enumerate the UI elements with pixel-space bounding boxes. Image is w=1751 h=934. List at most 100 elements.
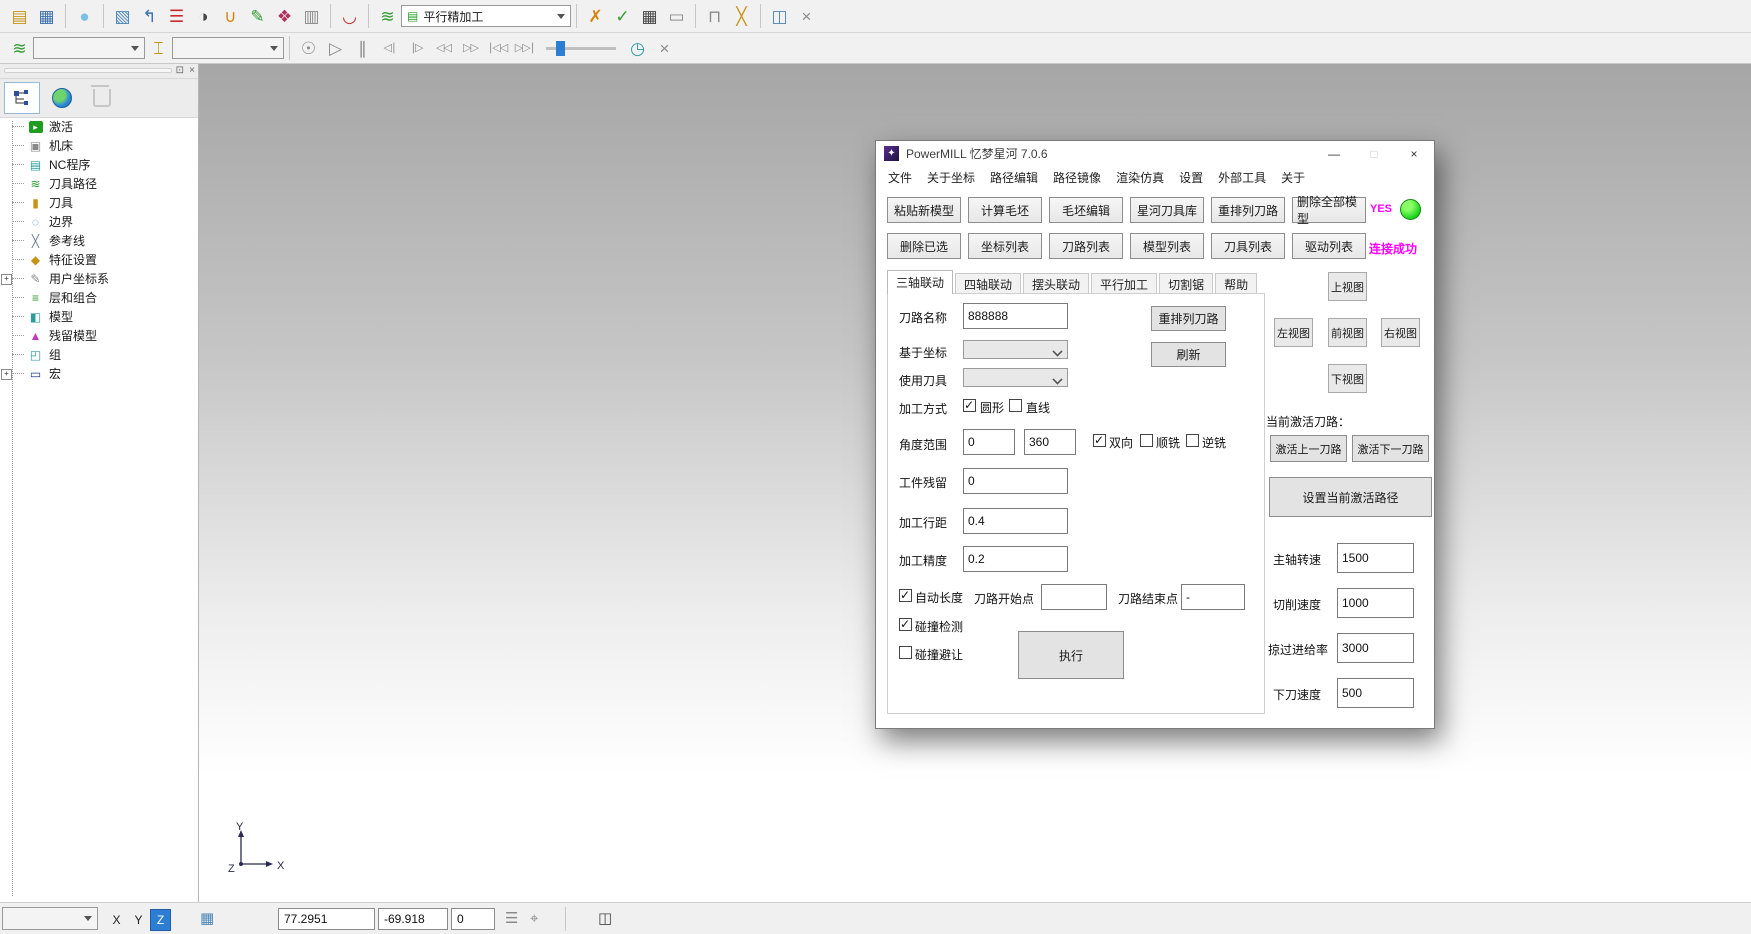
go-end-icon[interactable]: ▷▷∣ xyxy=(511,35,538,61)
toolpath-name-input[interactable] xyxy=(963,303,1068,329)
tree-item-stock-models[interactable]: ▲ 残留模型 xyxy=(0,326,198,345)
tree-item-levels-sets[interactable]: ≡ 层和组合 xyxy=(0,288,198,307)
tree-item-boundaries[interactable]: ◌ 边界 xyxy=(0,212,198,231)
pattern-points-icon[interactable]: ❖ xyxy=(271,3,298,29)
menu-path-mirror[interactable]: 路径镜像 xyxy=(1053,169,1101,186)
strategy-combobox[interactable]: ▤ 平行精加工 xyxy=(401,5,571,27)
save-project-icon[interactable]: ▦ xyxy=(33,3,60,29)
menu-settings[interactable]: 设置 xyxy=(1179,169,1203,186)
calculator-icon[interactable]: ▦ xyxy=(636,3,663,29)
view-front-button[interactable]: 前视图 xyxy=(1328,318,1367,347)
tree-item-macros[interactable]: + ▭ 宏 xyxy=(0,364,198,383)
calc-block-button[interactable]: 计算毛坯 xyxy=(968,197,1042,223)
tab-help[interactable]: 帮助 xyxy=(1215,273,1257,294)
close-panel-icon[interactable]: × xyxy=(189,64,195,77)
statusbar-dropdown[interactable] xyxy=(2,907,98,930)
activate-prev-button[interactable]: 激活上一刀路 xyxy=(1270,435,1347,462)
light-icon[interactable]: ☉ xyxy=(295,35,322,61)
activate-next-button[interactable]: 激活下一刀路 xyxy=(1352,435,1429,462)
clock-icon[interactable]: ◷ xyxy=(624,35,651,61)
spindle-speed-input[interactable] xyxy=(1337,543,1414,573)
recycle-bin-tab[interactable] xyxy=(84,82,120,114)
search-forward-icon[interactable]: ▷▷ xyxy=(457,35,484,61)
coord-z-field[interactable]: 0 xyxy=(451,908,495,930)
execute-button[interactable]: 执行 xyxy=(1018,631,1124,679)
tree-item-tools[interactable]: ▮ 刀具 xyxy=(0,193,198,212)
collision-check-checkbox[interactable] xyxy=(899,618,912,631)
plunge-feed-input[interactable] xyxy=(1337,678,1414,708)
paste-model-button[interactable]: 粘贴新模型 xyxy=(887,197,961,223)
grid-icon[interactable]: ▦ xyxy=(200,909,214,929)
stepover-input[interactable] xyxy=(963,508,1068,534)
rearrange-toolpaths-button[interactable]: 重排列刀路 xyxy=(1211,197,1285,223)
tab-swivel-head[interactable]: 摆头联动 xyxy=(1023,273,1089,294)
angle-end-input[interactable] xyxy=(1024,429,1076,455)
stock-allowance-input[interactable] xyxy=(963,468,1068,494)
start-point-input[interactable] xyxy=(1041,584,1107,610)
tab-3axis[interactable]: 三轴联动 xyxy=(887,270,953,294)
locate-icon[interactable]: ⌖ xyxy=(530,909,538,929)
menu-about-coords[interactable]: 关于坐标 xyxy=(927,169,975,186)
tree-item-workplanes[interactable]: + ✎ 用户坐标系 xyxy=(0,269,198,288)
axis-x-button[interactable]: X xyxy=(106,909,127,931)
tool-change-icon[interactable]: ⊓ xyxy=(701,3,728,29)
list-icon[interactable]: ☰ xyxy=(505,909,518,929)
open-project-icon[interactable]: ▤ xyxy=(6,3,33,29)
coord-x-field[interactable]: 77.2951 xyxy=(278,908,375,930)
tool-ball-icon[interactable]: ◑ xyxy=(190,3,217,29)
drive-list-button[interactable]: 驱动列表 xyxy=(1292,233,1366,259)
angle-start-input[interactable] xyxy=(963,429,1015,455)
slider-handle[interactable] xyxy=(556,41,565,56)
tool-list-button[interactable]: 刀具列表 xyxy=(1211,233,1285,259)
tree-item-activate[interactable]: ▸ 激活 xyxy=(0,117,198,136)
view-bottom-button[interactable]: 下视图 xyxy=(1328,364,1367,393)
step-back-icon[interactable]: ◁∣ xyxy=(376,35,403,61)
climb-checkbox[interactable] xyxy=(1140,434,1153,447)
axis-y-button[interactable]: Y xyxy=(128,909,149,931)
tree-item-nc-program[interactable]: ▤ NC程序 xyxy=(0,155,198,174)
explorer-tab[interactable] xyxy=(4,82,40,114)
maximize-button[interactable]: □ xyxy=(1354,141,1394,166)
tree-item-machine[interactable]: ▣ 机床 xyxy=(0,136,198,155)
block-icon[interactable]: ▧ xyxy=(109,3,136,29)
zlevel-icon[interactable]: ☰ xyxy=(163,3,190,29)
toolbar-close-icon[interactable]: × xyxy=(793,3,820,29)
rapid-feed-input[interactable] xyxy=(1337,633,1414,663)
pause-icon[interactable]: ∥ xyxy=(349,35,376,61)
step-forward-icon[interactable]: ∣▷ xyxy=(403,35,430,61)
verify-toolpath-icon[interactable]: ✓ xyxy=(609,3,636,29)
menu-render-sim[interactable]: 渲染仿真 xyxy=(1116,169,1164,186)
tab-parallel[interactable]: 平行加工 xyxy=(1091,273,1157,294)
toolpath-strategy-icon[interactable]: ↰ xyxy=(136,3,163,29)
search-back-icon[interactable]: ◁◁ xyxy=(430,35,457,61)
view-left-button[interactable]: 左视图 xyxy=(1274,318,1313,347)
model-list-button[interactable]: 模型列表 xyxy=(1130,233,1204,259)
coord-y-field[interactable]: -69.918 xyxy=(378,908,448,930)
shaded-view-icon[interactable]: ● xyxy=(71,3,98,29)
tab-cutting-saw[interactable]: 切割锯 xyxy=(1159,273,1213,294)
float-panel-icon[interactable]: ⊡ xyxy=(176,64,184,77)
dialog-titlebar[interactable]: ✦ PowerMILL 忆梦星河 7.0.6 — □ × xyxy=(876,141,1434,166)
delete-selected-button[interactable]: 删除已选 xyxy=(887,233,961,259)
view-right-button[interactable]: 右视图 xyxy=(1381,318,1420,347)
menu-about[interactable]: 关于 xyxy=(1281,169,1305,186)
menu-file[interactable]: 文件 xyxy=(888,169,912,186)
delete-all-models-button[interactable]: 删除全部模型 xyxy=(1292,197,1366,223)
refresh-button[interactable]: 刷新 xyxy=(1151,342,1226,367)
tree-item-feature-sets[interactable]: ◆ 特征设置 xyxy=(0,250,198,269)
based-coord-combobox[interactable] xyxy=(963,340,1068,359)
tolerance-input[interactable] xyxy=(963,546,1068,572)
menu-path-edit[interactable]: 路径编辑 xyxy=(990,169,1038,186)
curve-editor-icon[interactable]: ✎ xyxy=(244,3,271,29)
go-start-icon[interactable]: ∣◁◁ xyxy=(484,35,511,61)
panel-grip[interactable] xyxy=(4,68,172,73)
toolpath-icon[interactable]: ≋ xyxy=(374,3,401,29)
linear-checkbox[interactable] xyxy=(1009,399,1022,412)
rearrange-button[interactable]: 重排列刀路 xyxy=(1151,306,1226,331)
end-point-input[interactable] xyxy=(1181,584,1245,610)
sim-toolpath-combobox[interactable] xyxy=(33,37,145,59)
toolpath-list-button[interactable]: 刀路列表 xyxy=(1049,233,1123,259)
set-active-path-button[interactable]: 设置当前激活路径 xyxy=(1269,477,1432,517)
measure-icon[interactable]: ▭ xyxy=(663,3,690,29)
tree-item-patterns[interactable]: ╳ 参考线 xyxy=(0,231,198,250)
